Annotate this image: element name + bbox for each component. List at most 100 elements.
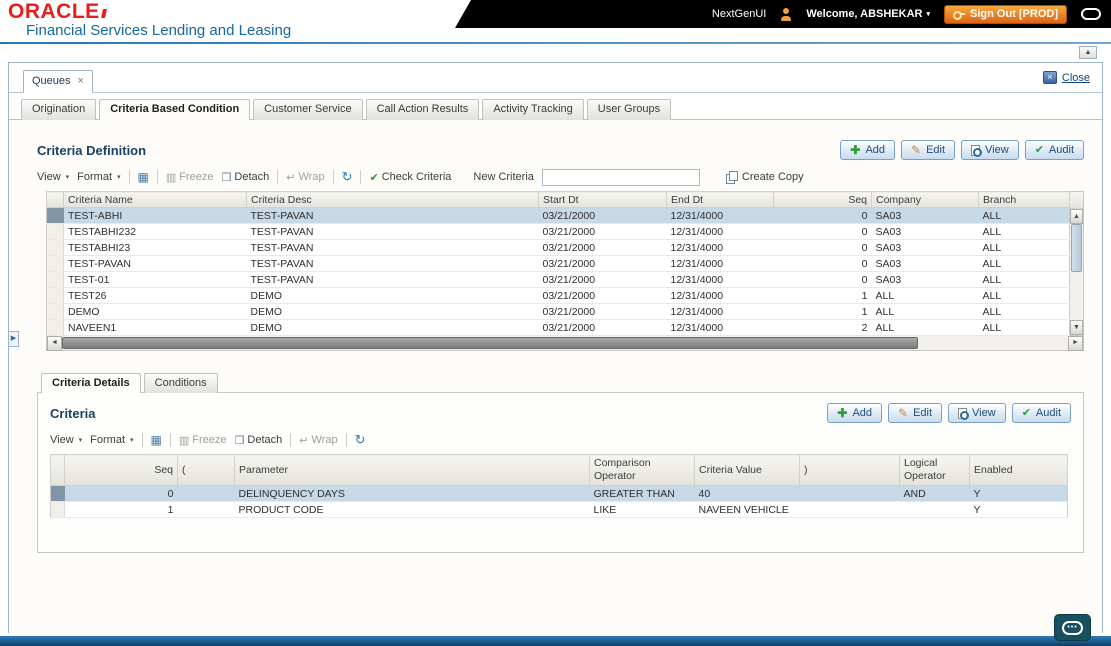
scroll-down-button[interactable]: ▼ [1070,320,1083,335]
row-selector[interactable] [46,255,64,272]
vertical-scrollbar-thumb[interactable] [1071,224,1082,272]
column-header[interactable]: Criteria Name [63,191,247,208]
tab-close-icon[interactable]: × [78,75,84,86]
feedback-bubble-icon[interactable] [1081,8,1101,20]
cell: 1 [773,303,872,320]
row-selector[interactable] [50,485,65,502]
column-header[interactable]: Seq [64,454,178,486]
separator [332,170,334,184]
new-criteria-input[interactable] [541,168,700,186]
tab-activity-tracking[interactable]: Activity Tracking [482,99,584,120]
column-header[interactable]: Seq [773,191,872,208]
column-header[interactable]: Criteria Desc [246,191,539,208]
add-button[interactable]: ✚ Add [840,140,896,160]
cell: 12/31/4000 [666,319,774,336]
tab-customer-service[interactable]: Customer Service [253,99,363,120]
row-selector[interactable] [46,287,64,304]
format-menu[interactable]: Format ▾ [90,434,133,446]
detach-button[interactable]: ❐ Detach [235,434,283,447]
column-header[interactable]: Criteria Value [694,454,800,486]
vertical-scrollbar[interactable]: ▲ ▼ [1070,191,1084,336]
table-row[interactable]: TESTABHI23 TEST-PAVAN 03/21/2000 12/31/4000… [46,239,1070,256]
tab-conditions[interactable]: Conditions [143,373,218,393]
add-button[interactable]: ✚ Add [827,403,883,423]
wrap-button[interactable]: ↵ Wrap [286,171,324,184]
horizontal-scrollbar[interactable]: ◄ ► [46,336,1084,351]
wrap-icon: ↵ [299,434,309,447]
table-row[interactable]: TEST-01 TEST-PAVAN 03/21/2000 12/31/4000 0 SA… [46,271,1070,288]
refresh-icon[interactable]: ↻ [342,169,353,185]
column-header[interactable]: Branch [978,191,1070,208]
row-selector[interactable] [46,303,64,320]
close-button[interactable]: × Close [1042,71,1090,84]
scroll-left-button[interactable]: ◄ [47,336,62,351]
welcome-user-menu[interactable]: Welcome, ABSHEKAR ▾ [806,8,930,20]
row-selector[interactable] [46,223,64,240]
page-scroll-up-button[interactable]: ▲ [1079,46,1097,59]
row-selector[interactable] [46,207,64,224]
tab-origination[interactable]: Origination [21,99,97,120]
column-header[interactable]: Start Dt [538,191,667,208]
column-header[interactable]: Company [871,191,979,208]
table-row[interactable]: TESTABHI232 TEST-PAVAN 03/21/2000 12/31/400… [46,223,1070,240]
table-row[interactable]: 0 DELINQUENCY DAYS GREATER THAN 40 AND Y [50,485,1068,502]
detach-button[interactable]: ❐ Detach [222,171,270,184]
horizontal-scrollbar-thumb[interactable] [62,337,918,349]
view-button[interactable]: View [961,140,1019,160]
audit-button[interactable]: ✔ Audit [1024,140,1084,160]
table-row[interactable]: 1 PRODUCT CODE LIKE NAVEEN VEHICLE Y [50,501,1068,518]
vertical-scrollbar-track[interactable] [1070,272,1083,320]
audit-button[interactable]: ✔ Audit [1011,403,1071,423]
column-header[interactable]: ) [799,454,900,486]
table-row[interactable]: DEMO DEMO 03/21/2000 12/31/4000 1 ALL ALL [46,303,1070,320]
scroll-right-button[interactable]: ► [1068,336,1083,351]
cell: SA03 [871,207,979,224]
freeze-button[interactable]: ▥ Freeze [166,171,214,184]
column-header[interactable]: Comparison Operator [589,454,695,486]
create-copy-button[interactable]: Create Copy [725,171,804,184]
table-row[interactable]: TEST-PAVAN TEST-PAVAN 03/21/2000 12/31/4000… [46,255,1070,272]
row-selector[interactable] [46,271,64,288]
table-row[interactable]: NAVEEN1 DEMO 03/21/2000 12/31/4000 2 ALL ALL [46,319,1070,336]
collapse-pane-handle[interactable]: ▶ [8,331,19,347]
tab-criteria-based-condition[interactable]: Criteria Based Condition [99,99,251,120]
cell: NAVEEN1 [63,319,247,336]
view-menu[interactable]: View ▾ [50,434,82,446]
edit-button[interactable]: ✎ Edit [888,403,943,423]
signout-button[interactable]: Sign Out [PROD] [944,4,1067,24]
cell: DEMO [246,287,539,304]
row-selector[interactable] [46,319,64,336]
cell: 0 [773,239,872,256]
chat-button[interactable]: ••• [1054,614,1091,641]
column-header[interactable]: Enabled [969,454,1068,486]
column-header[interactable]: Parameter [234,454,590,486]
view-button[interactable]: View [948,403,1006,423]
row-selector[interactable] [46,239,64,256]
freeze-button[interactable]: ▥ Freeze [179,434,227,447]
scroll-up-button[interactable]: ▲ [1070,209,1083,224]
nextgenui-link[interactable]: NextGenUI [712,8,766,20]
export-grid-icon[interactable]: ▦ [151,433,162,447]
table-row[interactable]: TEST-ABHI TEST-PAVAN 03/21/2000 12/31/4000 0… [46,207,1070,224]
table-row[interactable]: TEST26 DEMO 03/21/2000 12/31/4000 1 ALL ALL [46,287,1070,304]
tab-queues[interactable]: Queues × [23,70,93,93]
check-criteria-button[interactable]: ✔ Check Criteria [369,171,451,184]
oracle-logo-text: ORACLE [8,0,100,23]
row-selector[interactable] [50,501,65,518]
horizontal-scrollbar-track[interactable] [918,336,1068,350]
column-header[interactable]: End Dt [666,191,774,208]
cell: TEST-PAVAN [246,223,539,240]
view-menu[interactable]: View ▾ [37,171,69,183]
brand: ORACLE Financial Services Lending and Le… [8,0,291,39]
format-menu[interactable]: Format ▾ [77,171,120,183]
tab-criteria-details[interactable]: Criteria Details [41,373,141,393]
column-header[interactable]: ( [177,454,235,486]
column-header[interactable]: Logical Operator [899,454,970,486]
audit-label: Audit [1035,407,1061,419]
refresh-icon[interactable]: ↻ [355,432,366,448]
edit-button[interactable]: ✎ Edit [901,140,956,160]
export-grid-icon[interactable]: ▦ [138,170,149,184]
wrap-button[interactable]: ↵ Wrap [299,434,337,447]
tab-user-groups[interactable]: User Groups [586,99,672,120]
tab-call-action-results[interactable]: Call Action Results [365,99,480,120]
